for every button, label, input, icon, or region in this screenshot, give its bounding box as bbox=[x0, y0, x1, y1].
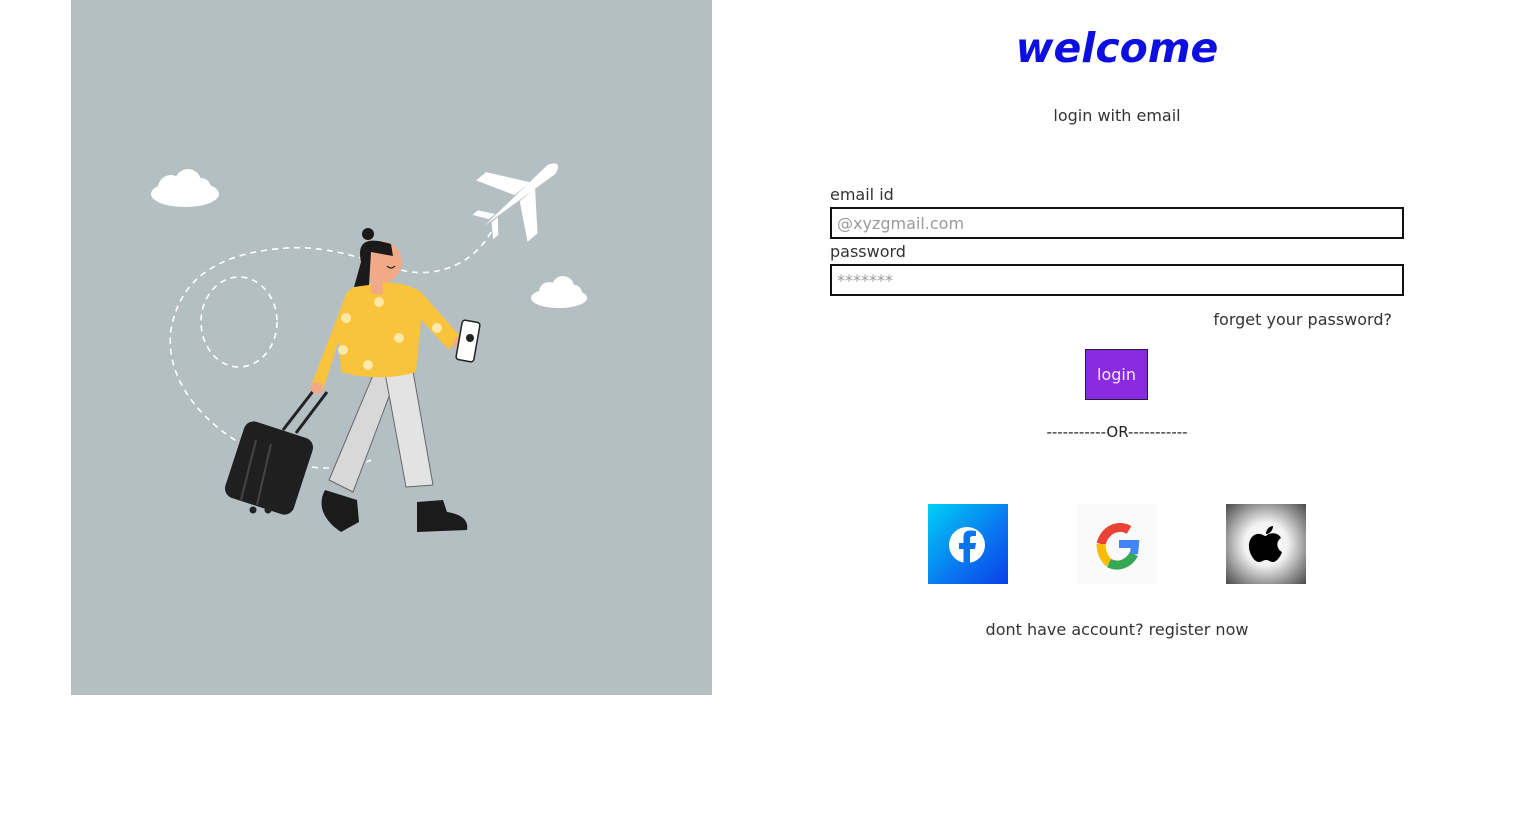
page-subtitle: login with email bbox=[1053, 106, 1181, 125]
login-page: welcome login with email email id passwo… bbox=[0, 0, 1527, 838]
flight-loop bbox=[200, 276, 278, 368]
or-divider: -----------OR----------- bbox=[1046, 423, 1188, 441]
page-title: welcome bbox=[1015, 24, 1219, 72]
airplane-icon bbox=[472, 163, 558, 242]
cloud-icon bbox=[531, 276, 587, 308]
travel-illustration bbox=[71, 0, 712, 695]
register-link[interactable]: dont have account? register now bbox=[830, 620, 1404, 639]
phone-icon bbox=[455, 319, 481, 363]
password-field[interactable] bbox=[830, 264, 1404, 296]
traveler-with-suitcase-illustration bbox=[151, 163, 587, 532]
suitcase-icon bbox=[225, 389, 329, 515]
login-button[interactable]: login bbox=[1085, 349, 1148, 400]
forgot-password-link[interactable]: forget your password? bbox=[1150, 310, 1392, 329]
apple-login-button[interactable] bbox=[1226, 504, 1306, 584]
google-icon bbox=[1096, 522, 1140, 570]
email-field[interactable] bbox=[830, 207, 1404, 239]
facebook-login-button[interactable] bbox=[928, 504, 1008, 584]
google-login-button[interactable] bbox=[1077, 504, 1157, 584]
facebook-icon bbox=[949, 527, 985, 563]
apple-icon bbox=[1248, 526, 1282, 562]
cloud-icon bbox=[151, 169, 219, 207]
password-label: password bbox=[830, 242, 906, 261]
email-label: email id bbox=[830, 185, 894, 204]
traveler-legs bbox=[321, 359, 468, 532]
